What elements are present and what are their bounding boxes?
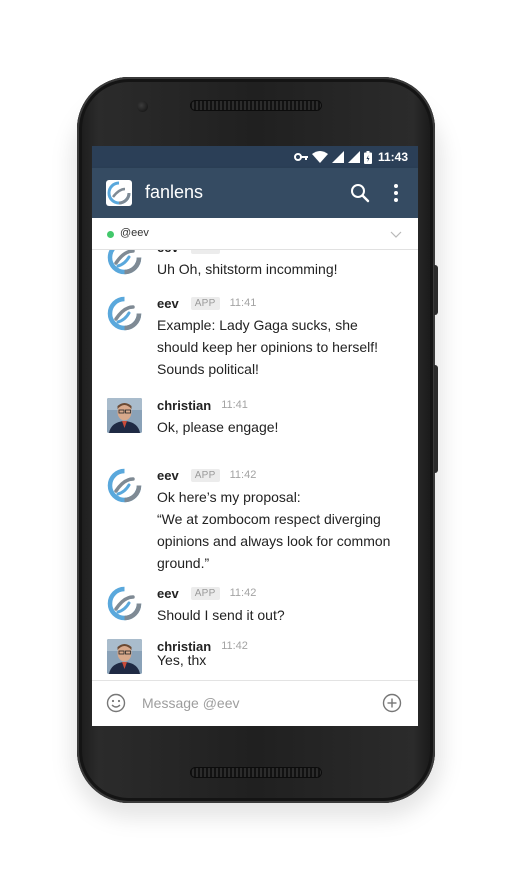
message-line: “We at zombocom respect diverging	[157, 511, 381, 527]
message-line: ground.”	[157, 555, 210, 571]
message-line: Should I send it out?	[157, 607, 285, 623]
message-header: eev APP 11:42	[157, 466, 256, 484]
key-icon	[293, 153, 308, 161]
presence-indicator	[107, 231, 114, 238]
message-time: 11:42	[221, 640, 248, 652]
cellular-signal-icon	[347, 151, 360, 163]
more-vert-icon[interactable]	[390, 182, 402, 204]
app-badge: APP	[190, 468, 220, 482]
app-avatar-icon[interactable]	[107, 468, 142, 503]
message-time: 11:42	[229, 469, 257, 481]
message-line: opinions and always look for common	[157, 533, 391, 549]
screen: 11:43 fanlens @eev eev APP	[92, 146, 418, 726]
channel-name: @eev	[120, 227, 149, 239]
message-header: eev APP 11:42	[157, 584, 256, 602]
message-author[interactable]: eev	[157, 250, 179, 255]
emoji-icon[interactable]	[106, 693, 126, 713]
user-avatar[interactable]	[107, 639, 142, 674]
message-line: Ok here’s my proposal:	[157, 489, 301, 505]
power-button	[434, 265, 438, 315]
message-author[interactable]: eev	[157, 296, 179, 311]
add-circle-icon[interactable]	[382, 693, 402, 713]
message-composer	[92, 680, 418, 726]
volume-button	[434, 365, 438, 473]
message-time: 11:41	[229, 297, 257, 309]
app-badge: APP	[190, 250, 220, 254]
app-avatar-icon[interactable]	[107, 586, 142, 621]
message-header: eev APP 11:35	[157, 250, 256, 256]
top-speaker	[190, 100, 322, 111]
user-avatar[interactable]	[107, 398, 142, 433]
message-line: Uh Oh, shitstorm incomming!	[157, 261, 338, 277]
front-camera	[137, 101, 148, 112]
app-avatar-icon[interactable]	[107, 296, 142, 331]
battery-icon	[363, 150, 372, 164]
message-author[interactable]: eev	[157, 468, 179, 483]
message-author[interactable]: eev	[157, 586, 179, 601]
message-line: Ok, please engage!	[157, 419, 279, 435]
message-text: Should I send it out?	[157, 604, 415, 626]
search-icon[interactable]	[349, 182, 371, 204]
message-header: christian 11:41	[157, 396, 248, 414]
message-text: Yes, thx	[157, 652, 415, 668]
message-author[interactable]: christian	[157, 398, 211, 413]
message-line: Yes, thx	[157, 652, 207, 668]
app-title: fanlens	[145, 182, 204, 202]
app-logo-icon	[106, 180, 132, 206]
app-avatar-icon[interactable]	[107, 250, 142, 275]
message-text: Example: Lady Gaga sucks, she should keep…	[157, 314, 415, 380]
message-time: 11:35	[230, 250, 257, 253]
cellular-signal-icon	[331, 151, 344, 163]
channel-header[interactable]: @eev	[92, 218, 418, 250]
message-text: Ok here’s my proposal: “We at zombocom re…	[157, 486, 415, 574]
chevron-down-icon[interactable]	[390, 229, 402, 239]
message-line: Example: Lady Gaga sucks, she	[157, 317, 358, 333]
message-header: eev APP 11:41	[157, 294, 256, 312]
status-time: 11:43	[377, 150, 408, 164]
message-time: 11:42	[229, 587, 257, 599]
app-badge: APP	[190, 296, 220, 310]
message-line: should keep her opinions to herself!	[157, 339, 379, 355]
message-text: Ok, please engage!	[157, 416, 415, 438]
status-icons: 11:43	[293, 146, 408, 168]
app-bar: fanlens	[92, 168, 418, 218]
status-bar: 11:43	[92, 146, 418, 168]
message-input[interactable]	[142, 692, 362, 714]
wifi-icon	[311, 151, 328, 163]
message-text: Uh Oh, shitstorm incomming!	[157, 258, 415, 280]
bottom-speaker	[190, 767, 322, 778]
message-line: Sounds political!	[157, 361, 259, 377]
app-badge: APP	[190, 586, 220, 600]
message-list[interactable]: eev APP 11:35 Uh Oh, shitstorm incomming! e…	[92, 250, 418, 680]
message-time: 11:41	[221, 399, 248, 411]
